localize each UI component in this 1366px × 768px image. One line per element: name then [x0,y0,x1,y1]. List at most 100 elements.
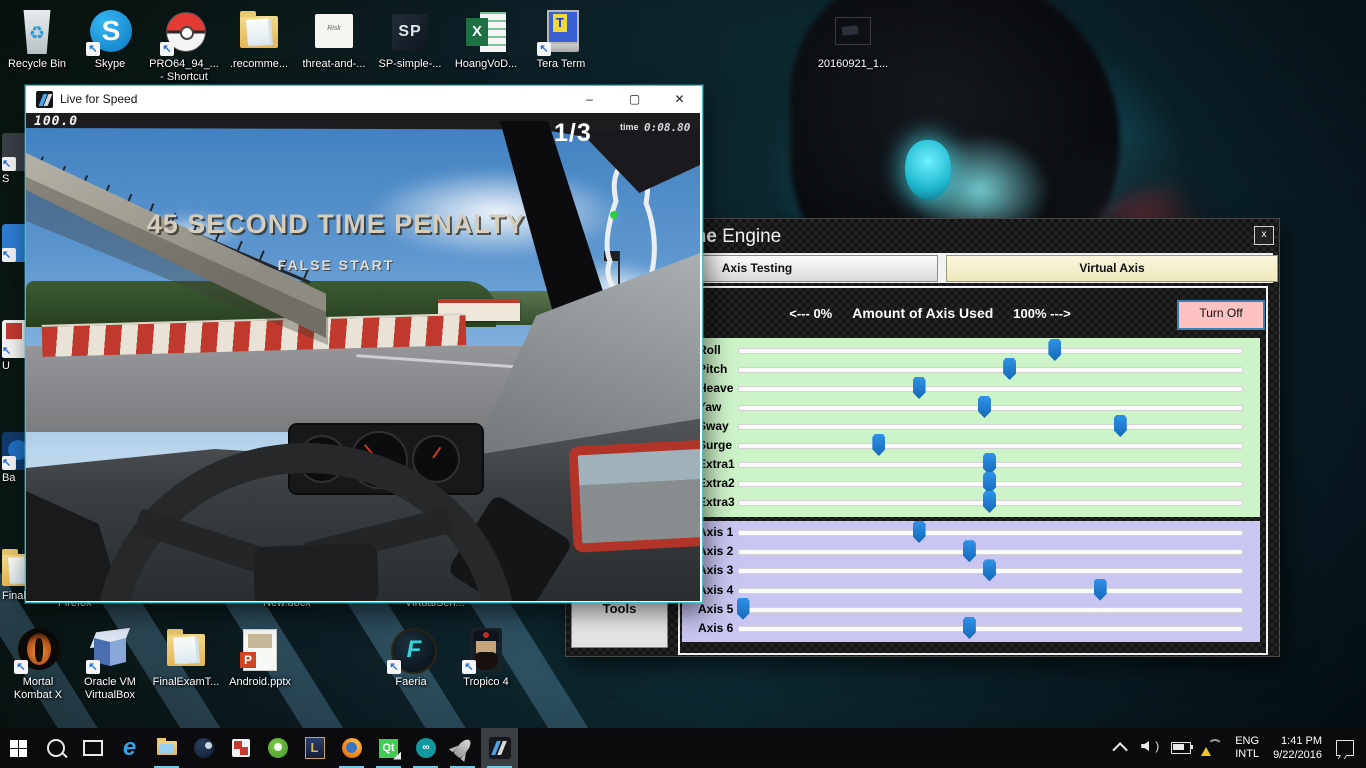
sp-image-icon: SP [392,14,428,50]
slider-track[interactable] [738,587,1243,594]
battery-icon [1171,742,1194,754]
axis-slider-row: Axis 2 [682,540,1260,563]
close-icon[interactable]: x [1254,226,1274,245]
slider-track[interactable] [738,626,1243,632]
shortcut-arrow-icon [86,660,100,674]
slider-thumb[interactable] [1093,578,1107,601]
speaker-icon [1141,739,1159,755]
taskbar-coccoc[interactable] [259,728,296,768]
league-of-legends-icon: L [304,737,325,759]
side-mirror [568,439,700,553]
slider-track[interactable] [738,348,1243,354]
axis-label: Extra2 [698,476,735,490]
taskbar-file-explorer[interactable] [148,728,185,768]
desktop-icon-threat-image[interactable]: Risk threat-and-... [291,8,377,71]
tray-show-hidden-icons[interactable] [1112,741,1129,758]
slider-thumb[interactable] [983,559,996,582]
slider-thumb[interactable] [912,521,926,543]
shortcut-arrow-icon [462,660,476,674]
search-icon [46,739,65,757]
photo-thumbnail-icon [836,18,870,44]
action-center-button[interactable] [1336,740,1354,756]
language-line1: ENG [1235,735,1260,747]
folder-icon [240,11,278,48]
taskbar-live-for-speed[interactable] [481,728,518,768]
slider-thumb[interactable] [1003,358,1017,380]
tab-virtual-axis[interactable]: Virtual Axis [946,255,1278,282]
desktop-icon-tera-term[interactable]: T Tera Term [518,8,604,71]
close-button[interactable]: ✕ [657,86,702,113]
recycle-bin-icon [23,10,51,54]
axis-slider-row: Axis 1 [682,521,1260,543]
icon-label: Oracle VM [84,676,136,688]
desktop-icon-sp-simple[interactable]: SP SP-simple-... [367,8,453,71]
tray-network[interactable] [1201,738,1224,756]
slider-thumb[interactable] [983,472,996,494]
lfs-game-view[interactable]: 100.0 1/3 time 0:08.80 45 SECOND TIME PE… [26,113,700,601]
taskbar-qt-creator[interactable]: Qt [370,728,407,768]
qt-creator-icon: Qt [379,738,398,758]
lfs-titlebar[interactable]: Live for Speed – ▢ ✕ [26,86,702,113]
hud-lap-counter: 1/3 [554,119,592,147]
tray-battery[interactable] [1171,742,1194,754]
desktop-icon-recomme-folder[interactable]: .recomme... [216,8,302,71]
task-view-button[interactable] [74,728,111,768]
desktop-icon-tropico4[interactable]: Tropico 4 [443,626,529,689]
axis-slider-row: Extra1 [682,453,1260,475]
icon-label-line2: VirtualBox [85,689,135,701]
tray-language-indicator[interactable]: ENG INTL [1235,735,1259,761]
desktop-icon-android-pptx[interactable]: P Android.pptx [217,626,303,689]
taskbar-unikey[interactable] [222,728,259,768]
start-button[interactable] [0,728,37,768]
desktop-icon-photo-20160921[interactable]: 20160921_1... [810,8,896,71]
icon-label: SP-simple-... [378,58,442,70]
icon-label: HoangVoD... [454,58,518,70]
task-view-icon [82,740,103,756]
minimize-button[interactable]: – [567,86,612,113]
axis-slider-row: Heave [682,377,1260,399]
slider-thumb[interactable] [983,491,996,513]
maximize-button[interactable]: ▢ [612,86,657,113]
desktop-icon-virtualbox[interactable]: Oracle VM VirtualBox [67,626,153,702]
taskbar-edge[interactable]: e [111,728,148,768]
rocket-icon [452,737,473,759]
tray-volume[interactable] [1141,739,1159,755]
slider-track[interactable] [738,367,1243,373]
tray-clock[interactable]: 1:41 PM 9/22/2016 [1273,734,1322,762]
slider-thumb[interactable] [872,434,886,456]
slider-thumb[interactable] [1048,339,1062,361]
taskbar: e L Qt ∞ ENG INTL 1:41 PM 9/22/2016 [0,728,1366,768]
taskbar-league-of-legends[interactable]: L [296,728,333,768]
slider-track[interactable] [738,443,1243,449]
slider-thumb[interactable] [977,396,991,418]
taskbar-steam[interactable] [185,728,222,768]
edge-icon: e [122,734,137,761]
taskbar-firefox[interactable] [333,728,370,768]
desktop-icon-faeria[interactable]: F Faeria [368,626,454,689]
turn-off-button[interactable]: Turn Off [1177,300,1265,330]
slider-track[interactable] [738,530,1243,536]
slider-thumb[interactable] [1113,415,1127,437]
taskbar-arduino[interactable]: ∞ [407,728,444,768]
slider-track[interactable] [738,424,1243,430]
shortcut-arrow-icon [387,660,401,674]
taskbar-search-button[interactable] [37,728,74,768]
slider-track[interactable] [738,386,1243,392]
slider-thumb[interactable] [983,453,996,475]
axis-slider-row: Axis 5 [682,597,1260,620]
icon-label-line2: - Shortcut [160,71,208,83]
penalty-reason: FALSE START [277,257,395,273]
slider-thumb[interactable] [912,377,926,399]
wheel-hub [252,542,380,601]
slider-thumb[interactable] [962,540,976,563]
slider-thumb[interactable] [962,617,976,639]
slider-track[interactable] [738,606,1243,613]
icon-label: Android.pptx [229,676,291,688]
axis-slider-row: Axis 6 [682,617,1260,639]
taskbar-rocket-app[interactable] [444,728,481,768]
axis-slider-row: Axis 3 [682,559,1260,582]
slider-track[interactable] [738,549,1243,556]
desktop-icon-hoangvod-excel[interactable]: X HoangVoD... [443,8,529,71]
slider-thumb[interactable] [736,597,750,620]
desktop-icon-pro64[interactable]: PRO64_94_... - Shortcut [141,8,227,84]
